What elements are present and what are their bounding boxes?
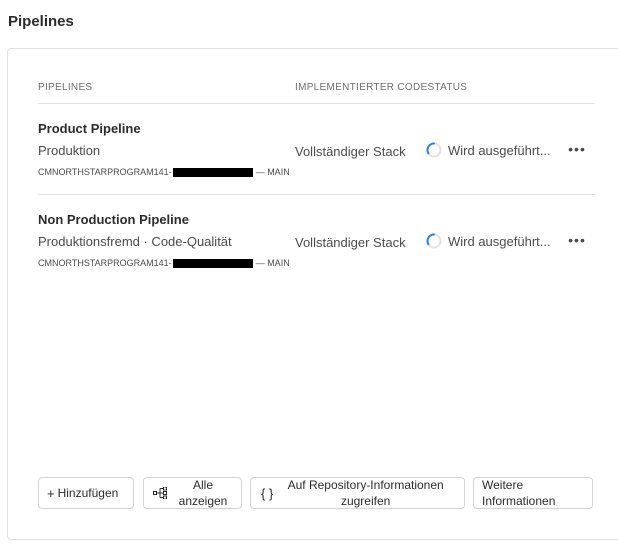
pipeline-name[interactable]: Non Production Pipeline: [38, 212, 189, 227]
repo-branch: — MAIN: [255, 167, 290, 177]
code-status: Vollständiger Stack: [295, 144, 406, 159]
add-pipeline-button[interactable]: + Hinzufügen: [38, 477, 134, 509]
repo-name: CMNORTHSTARPROGRAM141-: [38, 258, 172, 268]
repo-name: CMNORTHSTARPROGRAM141-: [38, 167, 172, 177]
column-header-pipelines: PIPELINES: [38, 82, 93, 93]
code-braces-icon: { }: [261, 485, 274, 501]
repository-info-label: Auf Repository-Informationen zugreifen: [287, 478, 444, 508]
pipeline-repository: CMNORTHSTARPROGRAM141- — MAIN: [38, 167, 290, 177]
redacted-block: [172, 258, 253, 268]
pipeline-name[interactable]: Product Pipeline: [38, 121, 141, 136]
plus-icon: +: [47, 485, 55, 501]
header-divider: [38, 103, 595, 104]
row-divider: [38, 194, 595, 195]
run-status-text: Wird ausgeführt...: [448, 233, 551, 249]
pipeline-row[interactable]: Non Production Pipeline Produktionsfremd…: [38, 212, 595, 292]
code-status: Vollständiger Stack: [295, 235, 406, 250]
run-status: Wird ausgeführt...: [425, 232, 551, 250]
redacted-block: [172, 167, 253, 177]
pipeline-type: Produktionsfremd · Code-Qualität: [38, 234, 232, 249]
repo-branch: — MAIN: [255, 258, 290, 268]
run-status: Wird ausgeführt...: [425, 141, 551, 159]
more-actions-button[interactable]: •••: [563, 139, 591, 159]
spinner-icon: [426, 233, 442, 249]
run-status-text: Wird ausgeführt...: [448, 142, 551, 158]
more-info-button[interactable]: Weitere Informationen: [473, 477, 593, 509]
column-header-code-status: IMPLEMENTIERTER CODESTATUS: [295, 82, 468, 93]
more-info-label: Weitere Informationen: [482, 478, 556, 508]
pipeline-type: Produktion: [38, 143, 101, 158]
page-title: Pipelines: [8, 13, 74, 30]
pipelines-card: PIPELINES IMPLEMENTIERTER CODESTATUS Pro…: [7, 48, 618, 540]
pipeline-repository: CMNORTHSTARPROGRAM141- — MAIN: [38, 258, 290, 268]
view-all-label: Alle anzeigen: [178, 478, 228, 508]
spinner-icon: [426, 142, 442, 158]
pipeline-list-icon: [153, 487, 167, 499]
repository-info-button[interactable]: { } Auf Repository-Informationen zugreif…: [250, 477, 465, 509]
view-all-button[interactable]: Alle anzeigen: [143, 477, 242, 509]
pipeline-row[interactable]: Product Pipeline Produktion CMNORTHSTARP…: [38, 121, 595, 201]
add-pipeline-label: Hinzufügen: [57, 486, 119, 500]
more-actions-button[interactable]: •••: [563, 230, 591, 250]
